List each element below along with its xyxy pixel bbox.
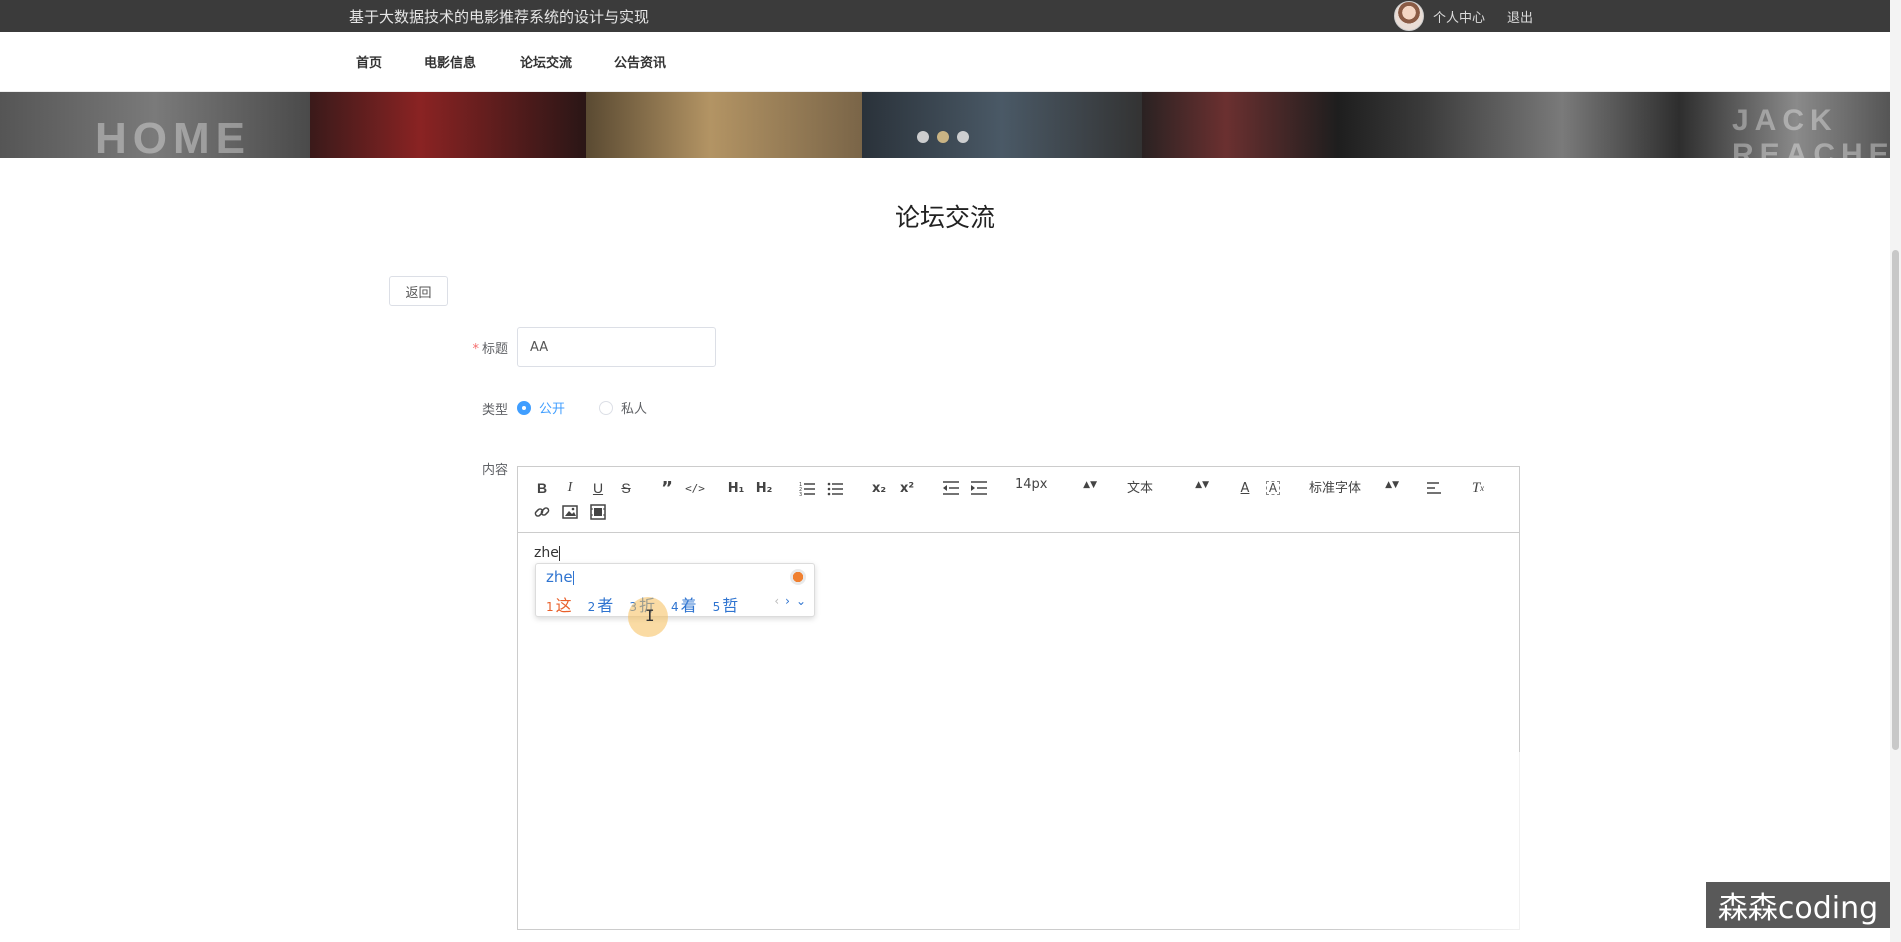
avatar[interactable] [1394, 1, 1424, 31]
ime-page-controls: ‹ › ⌄ [774, 594, 806, 608]
carousel-dots [917, 131, 969, 143]
banner-text-home: HOME [95, 114, 251, 158]
header-style-picker[interactable]: 文本 ▲▼ [1127, 477, 1209, 496]
italic-icon[interactable]: I [559, 477, 581, 499]
underline-icon[interactable]: U [587, 477, 609, 499]
picker-arrows-icon: ▲▼ [1195, 480, 1209, 490]
nav-item-home[interactable]: 首页 [356, 52, 382, 71]
banner-carousel[interactable]: HOME JACK REACHER [0, 92, 1890, 158]
clear-format-icon[interactable]: Tx [1467, 477, 1489, 499]
nav-item-forum[interactable]: 论坛交流 [520, 52, 572, 71]
image-icon[interactable] [559, 501, 581, 523]
ime-logo-icon [790, 569, 806, 585]
ime-expand-icon[interactable]: ⌄ [796, 594, 806, 608]
scrollbar-thumb[interactable] [1892, 250, 1899, 750]
blockquote-icon[interactable]: ” [656, 477, 678, 499]
ime-composition: zhe [546, 568, 574, 586]
banner-panel [862, 92, 1142, 158]
ime-candidate[interactable]: 4着 [671, 592, 697, 616]
banner-panel [310, 92, 586, 158]
editor-toolbar: B I U S ” </> H₁ H₂ 123 x₂ x² 14px ▲▼ 文本 ▲… [518, 467, 1519, 533]
type-radio-public[interactable]: 公开 [517, 398, 565, 417]
picker-arrows-icon: ▲▼ [1385, 480, 1399, 490]
header-1-icon[interactable]: H₁ [725, 477, 747, 499]
ime-candidate-window: zhe 1这 2者 3折 4着 5哲 ‹ › ⌄ [535, 563, 815, 617]
radio-button[interactable] [517, 400, 531, 415]
top-bar: 基于大数据技术的电影推荐系统的设计与实现 个人中心 退出 [0, 0, 1890, 32]
indent-icon[interactable] [968, 477, 990, 499]
code-block-icon[interactable]: </> [684, 477, 706, 499]
bullet-list-icon[interactable] [824, 477, 846, 499]
header-2-icon[interactable]: H₂ [753, 477, 775, 499]
picker-arrows-icon: ▲▼ [1083, 480, 1097, 490]
ime-next-icon[interactable]: › [785, 594, 790, 608]
radio-button[interactable] [599, 400, 613, 415]
content-label: 内容 [481, 463, 508, 478]
banner-panel [586, 92, 862, 158]
carousel-dot[interactable] [917, 131, 929, 143]
font-size-picker[interactable]: 14px ▲▼ [1015, 477, 1097, 493]
personal-center-link[interactable]: 个人中心 [1433, 7, 1485, 26]
superscript-icon[interactable]: x² [896, 477, 918, 499]
page-title: 论坛交流 [894, 203, 995, 232]
ordered-list-icon[interactable]: 123 [796, 477, 818, 499]
ime-candidate[interactable]: 5哲 [713, 592, 739, 616]
banner-panel [1142, 92, 1422, 158]
video-icon[interactable] [587, 501, 609, 523]
font-color-icon[interactable]: A [1234, 477, 1256, 499]
strikethrough-icon[interactable]: S [615, 477, 637, 499]
type-label: 类型 [481, 403, 508, 418]
site-title: 基于大数据技术的电影推荐系统的设计与实现 [349, 8, 650, 26]
subscript-icon[interactable]: x₂ [868, 477, 890, 499]
back-button[interactable]: 返回 [389, 276, 448, 306]
required-mark: * [472, 342, 479, 357]
ibeam-cursor-icon: I [645, 606, 655, 625]
svg-text:3: 3 [799, 492, 802, 496]
title-label: * 标题 [472, 342, 508, 357]
text-caret [558, 545, 560, 561]
ime-candidate[interactable]: 1这 [546, 592, 572, 616]
carousel-dot-active[interactable] [937, 131, 949, 143]
title-input[interactable] [517, 327, 716, 367]
outdent-icon[interactable] [940, 477, 962, 499]
align-icon[interactable] [1424, 477, 1446, 499]
link-icon[interactable] [531, 501, 553, 523]
ime-prev-icon[interactable]: ‹ [774, 594, 779, 608]
banner-panel: HOME [0, 92, 310, 158]
bold-icon[interactable]: B [531, 477, 553, 499]
nav-item-movies[interactable]: 电影信息 [424, 52, 476, 71]
ime-candidate[interactable]: 2者 [588, 592, 614, 616]
logout-link[interactable]: 退出 [1507, 7, 1533, 26]
font-family-picker[interactable]: 标准字体 ▲▼ [1309, 477, 1399, 496]
main-nav: 首页 电影信息 论坛交流 公告资讯 [0, 32, 1890, 92]
type-radio-private[interactable]: 私人 [599, 398, 647, 417]
banner-text-jack-reacher: JACK REACHER [1732, 104, 1890, 158]
editor-content[interactable]: zhe [534, 545, 560, 561]
watermark: 森森coding [1706, 882, 1890, 928]
banner-panel: JACK REACHER [1422, 92, 1890, 158]
nav-item-news[interactable]: 公告资讯 [614, 52, 666, 71]
background-color-icon[interactable]: A [1266, 481, 1280, 495]
carousel-dot[interactable] [957, 131, 969, 143]
